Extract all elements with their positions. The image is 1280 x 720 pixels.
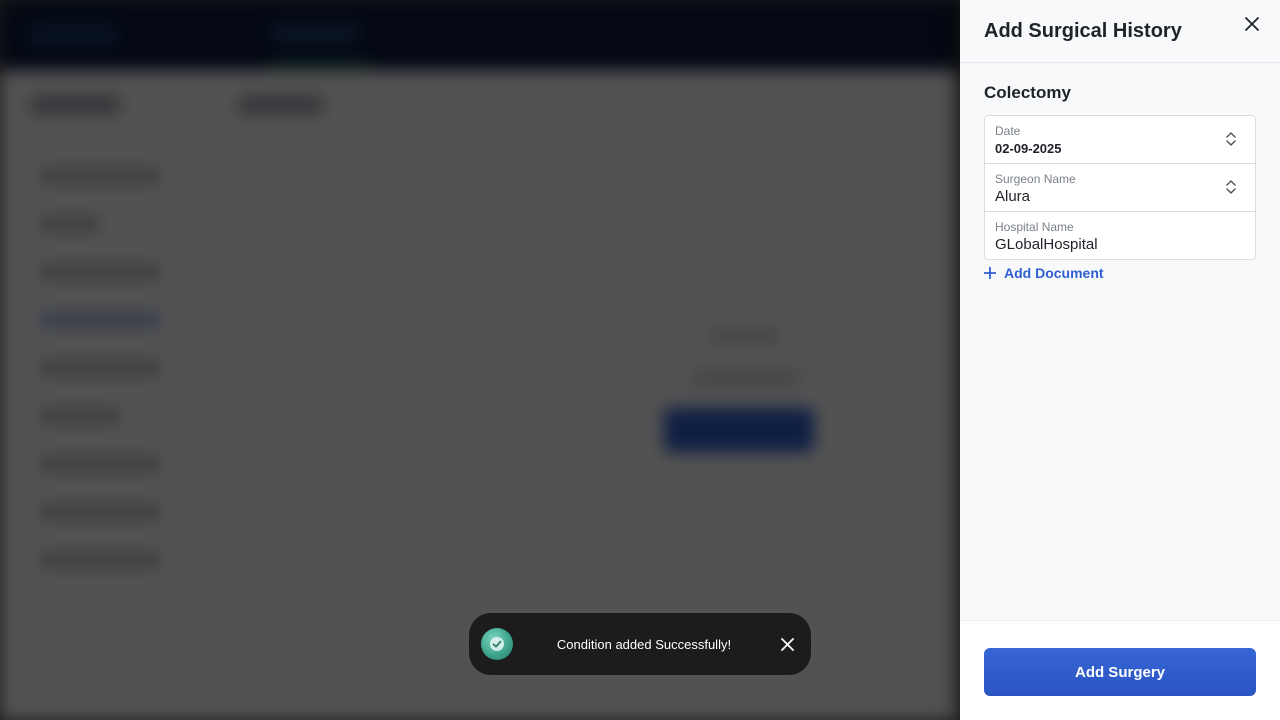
- hospital-name-field[interactable]: Hospital Name GLobalHospital: [985, 212, 1255, 259]
- add-document-label: Add Document: [1004, 265, 1104, 281]
- surgery-name: Colectomy: [984, 83, 1071, 102]
- surgeon-name-field[interactable]: Surgeon Name Alura: [985, 164, 1255, 212]
- background-app: [0, 0, 960, 720]
- modal-backdrop[interactable]: [0, 0, 960, 720]
- add-document-button[interactable]: Add Document: [984, 265, 1104, 281]
- toast-message: Condition added Successfully!: [556, 636, 732, 652]
- chevron-up-down-icon: [1226, 132, 1236, 146]
- drawer-footer: Add Surgery: [960, 620, 1280, 720]
- add-surgery-button[interactable]: Add Surgery: [984, 648, 1256, 696]
- hospital-name-label: Hospital Name: [995, 220, 1074, 234]
- close-icon: [1245, 17, 1259, 31]
- add-surgical-history-drawer: Add Surgical History Colectomy Date 02-0…: [960, 0, 1280, 720]
- date-label: Date: [995, 124, 1021, 138]
- surgeon-name-label: Surgeon Name: [995, 172, 1076, 186]
- check-circle-icon: [481, 628, 513, 660]
- date-field[interactable]: Date 02-09-2025: [985, 116, 1255, 164]
- toast-close-button[interactable]: [775, 632, 799, 656]
- plus-icon: [984, 267, 996, 279]
- drawer-title: Add Surgical History: [984, 19, 1182, 42]
- surgery-form: Date 02-09-2025 Surgeon Name Alura Hospi…: [984, 115, 1256, 260]
- chevron-up-down-icon: [1226, 180, 1236, 194]
- date-value: 02-09-2025: [995, 141, 1062, 156]
- hospital-name-value: GLobalHospital: [995, 236, 1098, 253]
- close-button[interactable]: [1240, 12, 1264, 36]
- close-icon: [780, 637, 794, 651]
- success-toast: Condition added Successfully!: [469, 613, 811, 675]
- drawer-header: Add Surgical History: [960, 0, 1280, 63]
- check-icon: [490, 637, 504, 651]
- surgeon-name-value: Alura: [995, 188, 1031, 205]
